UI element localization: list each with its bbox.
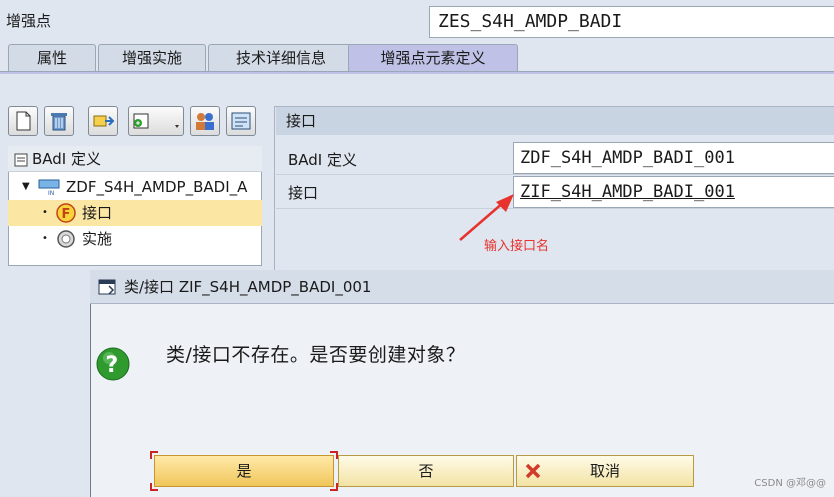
tree-header: BAdI 定义 — [8, 146, 262, 172]
dialog-title: 类/接口 ZIF_S4H_AMDP_BADI_001 — [90, 270, 834, 304]
watermark-text: CSDN @邓@@ — [754, 478, 826, 489]
expand-triangle-icon[interactable]: ▼ — [22, 174, 30, 200]
tab-technical-details[interactable]: 技术详细信息 — [208, 44, 354, 72]
no-button[interactable]: 否 — [338, 455, 514, 487]
bullet-icon: • — [42, 233, 48, 244]
tree-root-label: ZDF_S4H_AMDP_BADI_A — [66, 178, 248, 196]
detail-title: 接口 — [276, 107, 834, 135]
yes-button[interactable]: 是 — [154, 455, 334, 487]
badi-definition-icon: IN — [38, 179, 60, 196]
tab-underline — [0, 71, 834, 74]
dialog-message: 类/接口不存在。是否要创建对象？ — [166, 344, 466, 366]
tab-element-definitions[interactable]: 增强点元素定义 — [348, 44, 518, 72]
tree-header-label: BAdI 定义 — [32, 150, 102, 168]
interface-field[interactable]: ZIF_S4H_AMDP_BADI_001 — [513, 176, 834, 208]
svg-text:IN: IN — [48, 190, 54, 196]
cancel-x-icon — [525, 463, 541, 479]
enhancement-spot-label: 增强点 — [6, 12, 52, 30]
bullet-icon: • — [42, 207, 48, 218]
tree-interface-label: 接口 — [82, 204, 113, 222]
add-dropdown-icon — [133, 113, 179, 129]
move-button[interactable] — [88, 106, 118, 136]
display-button[interactable] — [226, 106, 256, 136]
add-dropdown-button[interactable] — [128, 106, 184, 136]
cancel-button-label: 取消 — [589, 462, 620, 480]
create-button[interactable] — [8, 106, 38, 136]
interface-icon: F — [56, 203, 76, 223]
tree-node-implementation[interactable]: • 实施 — [8, 226, 262, 252]
delete-icon — [51, 113, 67, 131]
question-icon: ? — [96, 347, 130, 381]
implementation-icon — [57, 230, 75, 248]
cancel-button[interactable]: 取消 — [516, 455, 694, 487]
focus-corner — [150, 451, 158, 459]
tree-implementation-label: 实施 — [82, 230, 113, 248]
focus-corner — [150, 483, 158, 491]
badi-definition-field[interactable]: ZDF_S4H_AMDP_BADI_001 — [513, 142, 834, 174]
badi-definition-label: BAdI 定义 — [288, 151, 358, 169]
tab-attributes[interactable]: 属性 — [8, 44, 96, 72]
interface-label: 接口 — [288, 184, 319, 202]
row-divider — [276, 208, 834, 209]
create-icon — [16, 111, 31, 131]
focus-corner — [330, 483, 338, 491]
svg-text:?: ? — [106, 353, 119, 378]
users-button[interactable] — [190, 106, 220, 136]
move-icon — [93, 115, 115, 127]
enhancement-spot-field[interactable]: ZES_S4H_AMDP_BADI — [429, 6, 834, 38]
annotation-text: 输入接口名 — [484, 239, 550, 254]
focus-corner — [330, 451, 338, 459]
svg-text:F: F — [62, 207, 71, 222]
definition-icon — [14, 153, 28, 167]
tree-node-root[interactable]: ▼ IN ZDF_S4H_AMDP_BADI_A — [8, 174, 262, 200]
delete-button[interactable] — [44, 106, 74, 136]
tab-strip: 属性 增强实施 技术详细信息 增强点元素定义 — [0, 44, 834, 72]
display-icon — [231, 112, 251, 130]
users-icon — [196, 113, 214, 130]
row-divider — [276, 174, 834, 175]
dialog-window-icon — [98, 279, 116, 295]
tree-node-interface[interactable]: • F 接口 — [8, 200, 262, 226]
tab-implementations[interactable]: 增强实施 — [98, 44, 206, 72]
